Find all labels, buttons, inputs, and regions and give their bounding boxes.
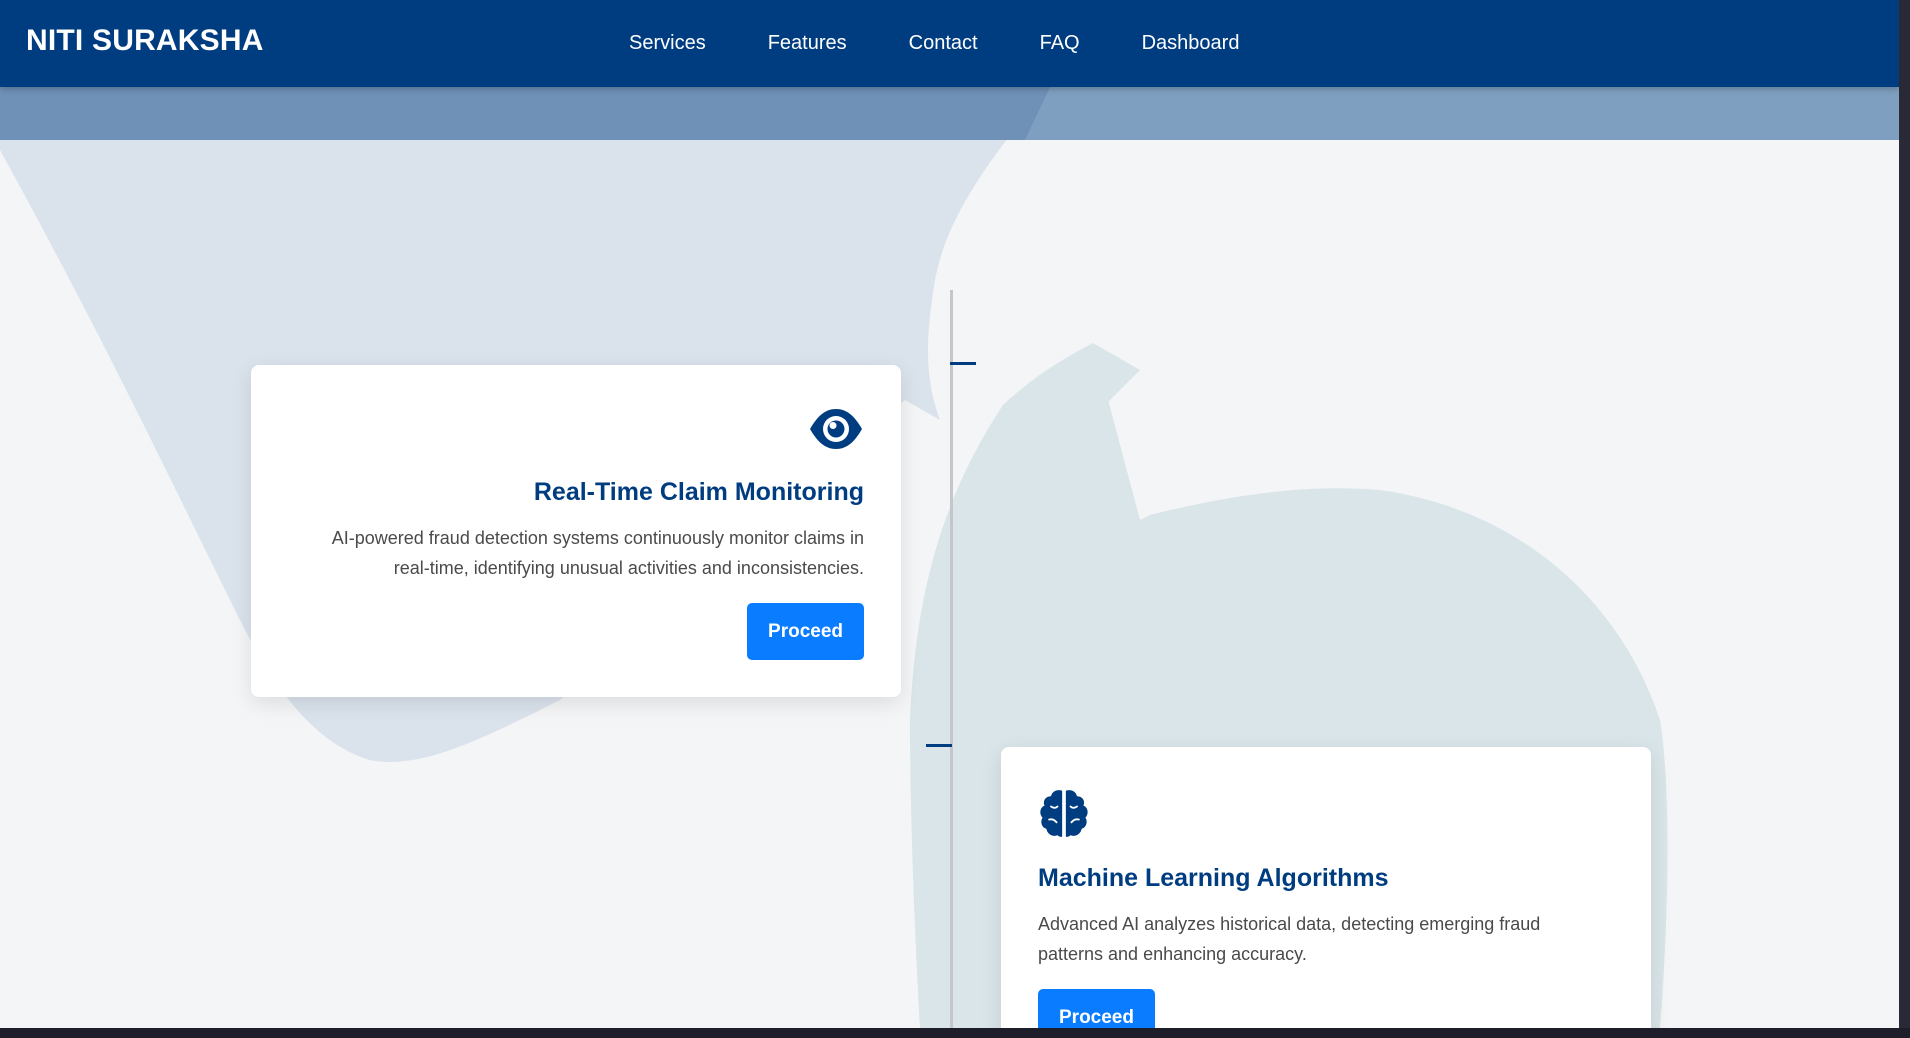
feature-card-real-time-monitoring: Real-Time Claim Monitoring AI-powered fr…	[251, 365, 901, 697]
nav-links: Services Features Contact FAQ Dashboard	[629, 0, 1239, 87]
nav-link-services[interactable]: Services	[629, 32, 706, 55]
card-description-line: real-time, identifying unusual activitie…	[393, 558, 864, 578]
card-description-line: patterns and enhancing accuracy.	[1038, 944, 1307, 964]
card-description: AI-powered fraud detection systems conti…	[288, 523, 864, 583]
timeline-tick-1	[950, 362, 976, 365]
proceed-button[interactable]: Proceed	[1038, 989, 1155, 1028]
top-navbar: NITI SURAKSHA Services Features Contact …	[0, 0, 1899, 87]
proceed-button[interactable]: Proceed	[747, 603, 864, 660]
card-title: Real-Time Claim Monitoring	[533, 478, 864, 506]
brain-icon	[1040, 790, 1088, 837]
page-viewport: Real-Time Claim Monitoring AI-powered fr…	[0, 0, 1899, 1028]
window-scrollbar[interactable]	[1899, 0, 1910, 1038]
card-description-line: AI-powered fraud detection systems conti…	[331, 528, 864, 548]
card-description-line: Advanced AI analyzes historical data, de…	[1038, 914, 1541, 934]
card-title: Machine Learning Algorithms	[1038, 864, 1389, 892]
nav-link-contact[interactable]: Contact	[909, 32, 978, 55]
timeline-line	[950, 290, 953, 1028]
timeline-tick-2	[926, 744, 952, 747]
nav-link-features[interactable]: Features	[768, 32, 847, 55]
feature-card-machine-learning: Machine Learning Algorithms Advanced AI …	[1001, 747, 1651, 1028]
eye-icon	[810, 409, 862, 449]
brand-logo-text[interactable]: NITI SURAKSHA	[26, 24, 264, 58]
card-description: Advanced AI analyzes historical data, de…	[1038, 909, 1614, 969]
nav-link-dashboard[interactable]: Dashboard	[1142, 32, 1240, 55]
window-bottom-edge	[0, 1028, 1910, 1038]
nav-link-faq[interactable]: FAQ	[1040, 32, 1080, 55]
